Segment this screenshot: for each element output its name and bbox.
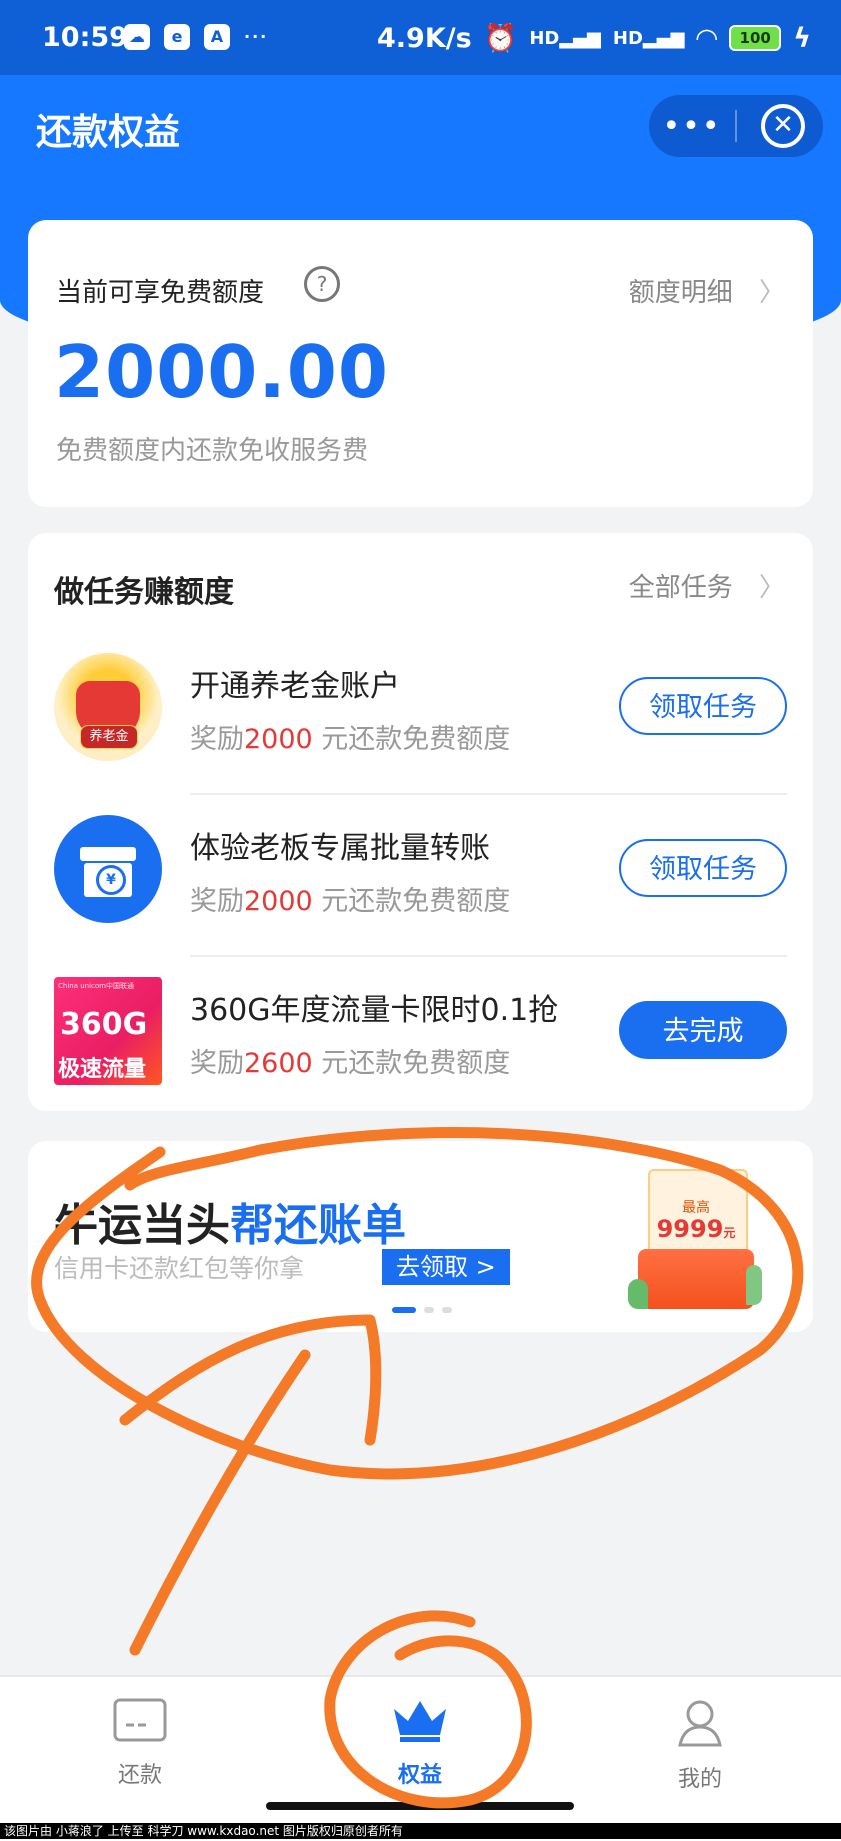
- banner-claim-button[interactable]: 去领取 >: [382, 1249, 510, 1285]
- quota-amount: 2000.00: [54, 330, 389, 414]
- browser-app-icon: e: [164, 24, 190, 50]
- pension-icon-text: 养老金: [80, 725, 138, 749]
- yen-icon-text: ¥: [96, 865, 126, 895]
- data-card-brand: China unicom中国联通: [58, 982, 134, 990]
- charging-icon: ϟ: [793, 22, 811, 54]
- pager-dot-active: [392, 1307, 416, 1313]
- task-reward: 奖励2000 元还款免费额度: [190, 724, 511, 755]
- battery-icon: 100: [729, 25, 782, 51]
- miniapp-capsule: ••• ✕: [649, 95, 823, 157]
- claim-task-button[interactable]: 领取任务: [619, 677, 787, 735]
- tasks-heading: 做任务赚额度: [54, 575, 234, 610]
- wifi-icon: ◠: [696, 22, 718, 54]
- alarm-icon: ⏰: [483, 23, 518, 54]
- help-icon[interactable]: ?: [304, 266, 340, 302]
- prize-label: 最高: [682, 1200, 710, 1216]
- watermark-text: 该图片由 小蒋浪了 上传至 科学刀 www.kxdao.net 图片版权归原创者…: [0, 1823, 841, 1839]
- tasks-card: 做任务赚额度 全部任务 〉 养老金 开通养老金账户 奖励2000 元还款免费额度…: [28, 533, 813, 1111]
- task-title: 开通养老金账户: [190, 669, 400, 704]
- annotation-arrow-head: [119, 1314, 382, 1446]
- tab-label: 还款: [117, 1763, 162, 1788]
- promo-banner[interactable]: 牛运当头帮还账单 信用卡还款红包等你拿 去领取 > 最高 9999元: [28, 1141, 813, 1332]
- task-item-batch-transfer: ¥ 体验老板专属批量转账 奖励2000 元还款免费额度 领取任务: [28, 795, 813, 957]
- task-item-pension: 养老金 开通养老金账户 奖励2000 元还款免费额度 领取任务: [28, 633, 813, 795]
- banner-subtitle: 信用卡还款红包等你拿: [54, 1254, 305, 1283]
- data-card-size: 360G: [60, 1007, 148, 1042]
- chevron-right-icon: 〉: [758, 278, 785, 308]
- tab-label: 我的: [677, 1767, 722, 1792]
- quota-label: 当前可享免费额度: [56, 278, 265, 308]
- red-envelope-icon: 养老金: [54, 653, 162, 761]
- status-bar: 10:59 ☁ e A ··· 4.9K/s ⏰ HD▂▄▆ HD▂▄▆ ◠ 1…: [0, 0, 841, 75]
- task-reward: 奖励2600 元还款免费额度: [190, 1048, 511, 1079]
- quota-detail-label: 额度明细: [628, 278, 733, 308]
- reward-amount: 2000: [244, 886, 313, 917]
- shop-icon: ¥: [54, 815, 162, 923]
- task-title: 体验老板专属批量转账: [190, 831, 490, 866]
- reward-amount: 2000: [244, 724, 313, 755]
- status-more-icon: ···: [244, 27, 269, 46]
- data-card-icon: China unicom中国联通 360G 极速流量: [54, 977, 162, 1085]
- close-button[interactable]: ✕: [761, 104, 805, 148]
- tab-benefits[interactable]: 权益: [340, 1697, 500, 1789]
- tab-label: 权益: [397, 1763, 442, 1788]
- capsule-divider: [735, 110, 737, 142]
- signal-icon: HD▂▄▆: [529, 27, 601, 49]
- task-title: 360G年度流量卡限时0.1抢: [190, 993, 559, 1028]
- more-menu-button[interactable]: •••: [649, 109, 735, 144]
- banner-pager: [392, 1307, 452, 1313]
- person-icon: [678, 1700, 722, 1747]
- card-icon: [113, 1698, 167, 1742]
- page-header: 还款权益 ••• ✕: [0, 75, 841, 175]
- status-right: 4.9K/s ⏰ HD▂▄▆ HD▂▄▆ ◠ 100 ϟ: [377, 22, 811, 55]
- network-speed: 4.9K/s: [377, 22, 472, 54]
- bottom-tab-bar: 还款 权益 我的: [0, 1675, 841, 1841]
- claim-task-button[interactable]: 领取任务: [619, 839, 787, 897]
- pager-dot: [442, 1307, 452, 1313]
- page-title: 还款权益: [36, 112, 181, 153]
- signal-icon-2: HD▂▄▆: [612, 27, 685, 49]
- quota-card: 当前可享免费额度 ? 额度明细 〉 2000.00 免费额度内还款免收服务费: [28, 220, 813, 507]
- annotation-arrow-line: [129, 1349, 311, 1656]
- home-indicator[interactable]: [266, 1802, 574, 1810]
- task-item-data-card: China unicom中国联通 360G 极速流量 360G年度流量卡限时0.…: [28, 957, 813, 1119]
- all-tasks-label: 全部任务: [628, 573, 733, 603]
- prize-amount: 9999元: [656, 1215, 736, 1243]
- translate-app-icon: A: [204, 24, 230, 50]
- pager-dot: [424, 1307, 434, 1313]
- complete-task-button[interactable]: 去完成: [619, 1001, 787, 1059]
- red-envelope-illustration: 最高 9999元: [628, 1169, 764, 1313]
- chevron-right-icon: 〉: [758, 573, 785, 603]
- quota-note: 免费额度内还款免收服务费: [56, 436, 369, 466]
- cloud-app-icon: ☁: [124, 24, 150, 50]
- tab-mine[interactable]: 我的: [620, 1697, 780, 1793]
- status-time: 10:59: [42, 22, 128, 53]
- crown-icon: [394, 1701, 446, 1742]
- data-card-caption: 极速流量: [58, 1057, 147, 1082]
- tab-repay[interactable]: 还款: [60, 1697, 220, 1789]
- all-tasks-link[interactable]: 全部任务 〉: [629, 567, 785, 604]
- task-reward: 奖励2000 元还款免费额度: [190, 886, 511, 917]
- reward-amount: 2600: [244, 1048, 313, 1079]
- status-app-icons: ☁ e A ···: [124, 24, 268, 50]
- banner-title: 牛运当头帮还账单: [54, 1200, 406, 1251]
- quota-detail-link[interactable]: 额度明细 〉: [629, 272, 785, 309]
